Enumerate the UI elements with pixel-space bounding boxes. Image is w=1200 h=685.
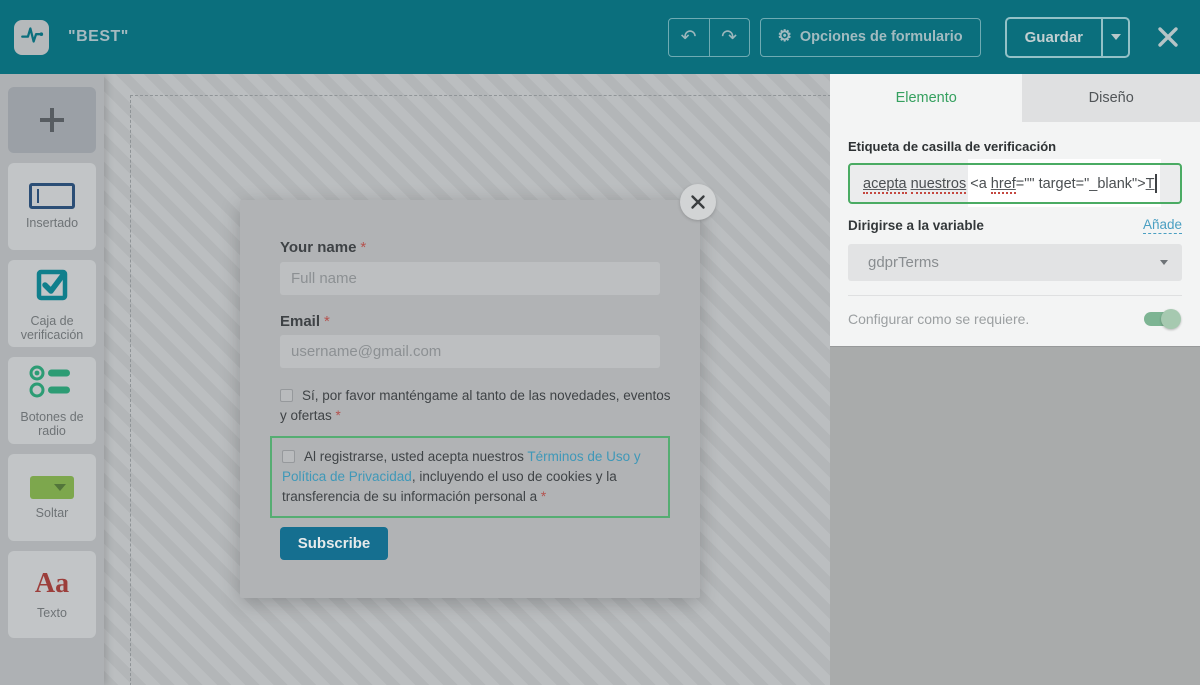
undo-redo-group: ↶ ↷ — [667, 17, 750, 57]
palette-item-label: Caja de verificación — [20, 313, 84, 342]
checkbox-icon — [34, 266, 70, 307]
variable-select[interactable]: gdprTerms — [848, 244, 1182, 281]
required-toggle-switch[interactable] — [1144, 309, 1181, 329]
element-palette-sidebar: Insertado Caja de verificación Botones de… — [0, 74, 104, 685]
save-label: Guardar — [1024, 28, 1083, 46]
form-options-button[interactable]: ⚙ Opciones de formulario — [759, 17, 981, 57]
tab-elemento[interactable]: Elemento — [830, 74, 1022, 122]
misspelled-word: nuestros — [910, 175, 967, 194]
widget-title: "BEST" — [68, 28, 129, 45]
save-dropdown-button[interactable] — [1101, 18, 1128, 56]
required-toggle-label: Configurar como se requiere. — [848, 311, 1030, 327]
save-button[interactable]: Guardar — [1007, 19, 1101, 56]
top-header-bar: "BEST" ↶ ↷ ⚙ Opciones de formulario Guar… — [0, 0, 1200, 74]
save-split-button: Guardar — [1004, 16, 1130, 58]
gear-icon: ⚙ — [777, 28, 792, 45]
editor-canvas: Your name* Email* Sí, por favor manténga… — [104, 74, 830, 685]
form-options-label: Opciones de formulario — [799, 29, 963, 45]
undo-icon: ↶ — [680, 26, 697, 48]
label-input-wrap: acepta nuestros <a href ="" target="_blan… — [848, 159, 1182, 207]
subscribe-label: Subscribe — [297, 535, 371, 552]
preview-close-button[interactable] — [680, 184, 716, 220]
name-input[interactable] — [280, 262, 660, 295]
required-toggle-row: Configurar como se requiere. — [848, 296, 1182, 329]
redo-icon: ↷ — [721, 26, 737, 48]
add-variable-link[interactable]: Añade — [1142, 217, 1182, 234]
panel-tabs: Elemento Diseño — [830, 74, 1200, 122]
plus-icon — [40, 108, 64, 132]
variable-title: Dirigirse a la variable — [848, 218, 984, 233]
newsletter-checkbox-row: Sí, por favor manténgame al tanto de las… — [280, 388, 671, 423]
checkbox-label-input[interactable]: acepta nuestros <a href ="" target="_blan… — [848, 163, 1182, 204]
subscribe-button[interactable]: Subscribe — [280, 527, 388, 560]
newsletter-checkbox[interactable] — [280, 389, 293, 402]
misspelled-word: acepta — [863, 175, 907, 194]
palette-item-label: Insertado — [25, 216, 79, 230]
html-code-text: <a — [966, 175, 991, 192]
palette-item-label: Botones de radio — [20, 409, 84, 438]
gdpr-checkbox-selected-element[interactable]: Al registrarse, usted acepta nuestros Té… — [270, 436, 670, 518]
embedded-field-icon — [29, 183, 75, 209]
chevron-down-icon — [1110, 34, 1121, 40]
properties-panel: Elemento Diseño Etiqueta de casilla de v… — [830, 74, 1200, 685]
variable-select-value: gdprTerms — [868, 254, 939, 271]
text-icon: Aa — [34, 568, 70, 599]
form-preview-modal: Your name* Email* Sí, por favor manténga… — [240, 184, 716, 598]
required-asterisk: * — [360, 239, 367, 256]
redo-button[interactable]: ↷ — [708, 18, 749, 56]
tab-diseno[interactable]: Diseño — [1022, 74, 1200, 122]
toggle-knob — [1161, 309, 1181, 329]
element-settings-card: Elemento Diseño Etiqueta de casilla de v… — [830, 74, 1200, 347]
chevron-down-icon — [1160, 260, 1168, 265]
app-logo — [14, 19, 49, 55]
checkbox-label-title: Etiqueta de casilla de verificación — [848, 139, 1057, 154]
email-field-label: Email * — [280, 313, 330, 330]
close-icon — [691, 195, 705, 209]
palette-item-label: Texto — [37, 606, 67, 620]
misspelled-word: href — [990, 175, 1016, 194]
add-element-button[interactable] — [8, 87, 96, 153]
palette-item-text[interactable]: Aa Texto — [8, 551, 96, 638]
header-actions: ↶ ↷ ⚙ Opciones de formulario Guardar — [667, 16, 1183, 58]
typed-character: T — [1145, 175, 1155, 192]
close-icon — [1158, 27, 1178, 47]
dropdown-icon — [30, 475, 74, 499]
gdpr-checkbox[interactable] — [282, 450, 295, 463]
name-field-label: Your name * — [280, 239, 367, 256]
email-input[interactable] — [280, 335, 660, 368]
palette-item-insertado[interactable]: Insertado — [8, 163, 96, 250]
palette-item-label: Soltar — [35, 505, 69, 520]
text-cursor — [1155, 174, 1157, 193]
html-code-text: ="" target="_blank"> — [1015, 175, 1146, 192]
gdpr-label-part1: Al registrarse, usted acepta nuestros — [304, 449, 528, 464]
undo-button[interactable]: ↶ — [669, 19, 709, 56]
required-asterisk: * — [324, 313, 330, 330]
palette-item-dropdown[interactable]: Soltar — [8, 454, 96, 541]
close-editor-button[interactable] — [1153, 22, 1183, 52]
radio-buttons-icon — [28, 364, 76, 403]
pulse-icon — [19, 22, 45, 53]
palette-item-radio[interactable]: Botones de radio — [8, 357, 96, 444]
palette-item-checkbox[interactable]: Caja de verificación — [8, 260, 96, 347]
